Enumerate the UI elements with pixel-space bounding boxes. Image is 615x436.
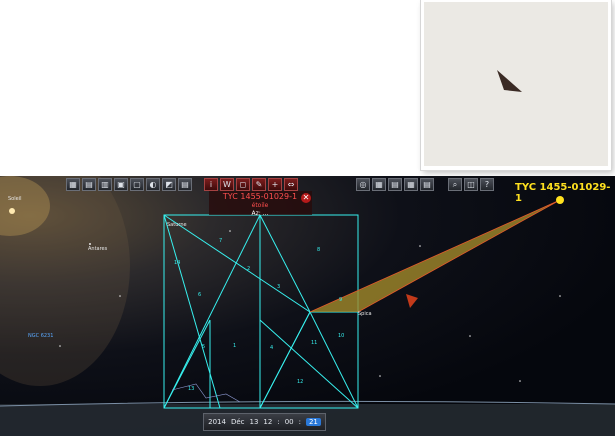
background-stars bbox=[59, 230, 561, 382]
direction-marker-icon bbox=[406, 294, 418, 308]
toolbar-right: ◎ ▦ ▤ ▦ ▤ ⌕ ◫ ? bbox=[356, 176, 494, 192]
zone-5: 5 bbox=[202, 344, 206, 350]
tool-btn-6[interactable]: ◐ bbox=[146, 177, 160, 191]
info-subtitle: étoile bbox=[251, 202, 269, 209]
lock-icon[interactable]: ▤ bbox=[178, 177, 192, 191]
tool-btn-r2[interactable]: ▦ bbox=[372, 177, 386, 191]
canvas-thumbnail bbox=[421, 0, 611, 170]
toolbar-middle: i W ◻ ✎ + ⇔ bbox=[204, 176, 298, 192]
time-second[interactable]: 21 bbox=[305, 418, 321, 426]
zone-2: 2 bbox=[247, 266, 251, 272]
label-ngc: NGC 6231 bbox=[28, 333, 54, 339]
tool-btn-1[interactable]: ▦ bbox=[66, 177, 80, 191]
selected-object-name: TYC 1455-01029-1 bbox=[515, 182, 611, 204]
triangle-shape-icon bbox=[497, 70, 522, 92]
zone-1: 1 bbox=[233, 343, 237, 349]
info-title: TYC 1455-01029-1 bbox=[222, 192, 298, 201]
tool-btn-3[interactable]: ▥ bbox=[98, 177, 112, 191]
frame-button[interactable]: ◻ bbox=[236, 177, 250, 191]
tool-btn-4[interactable]: ▣ bbox=[114, 177, 128, 191]
canvas-surface bbox=[424, 2, 608, 166]
pen-button[interactable]: ✎ bbox=[252, 177, 266, 191]
time-control[interactable]: 2014 Déc 13 12 : 00 : 21 bbox=[203, 413, 326, 431]
zone-4: 4 bbox=[270, 345, 274, 351]
info-button[interactable]: i bbox=[204, 177, 218, 191]
label-spica: Spica bbox=[358, 311, 372, 317]
time-sep-2: : bbox=[298, 418, 301, 426]
link-button[interactable]: ⇔ bbox=[284, 177, 298, 191]
center-button[interactable]: + bbox=[268, 177, 282, 191]
zone-8: 8 bbox=[317, 247, 321, 253]
zone-13: 13 bbox=[188, 386, 195, 392]
zone-6: 6 bbox=[198, 292, 202, 298]
help-icon[interactable]: ? bbox=[480, 177, 494, 191]
zone-11: 11 bbox=[311, 340, 318, 346]
tool-btn-r4[interactable]: ▦ bbox=[404, 177, 418, 191]
window-icon[interactable]: ◫ bbox=[464, 177, 478, 191]
time-day[interactable]: 13 bbox=[249, 418, 258, 426]
info-line: Az: ... bbox=[251, 210, 269, 217]
label-soleil: Soleil bbox=[8, 196, 22, 202]
label-saturne: Saturne bbox=[167, 222, 187, 228]
tool-btn-r3[interactable]: ▤ bbox=[388, 177, 402, 191]
tool-btn-5[interactable]: ▢ bbox=[130, 177, 144, 191]
sun-icon[interactable] bbox=[9, 208, 15, 214]
constellation-lines bbox=[171, 383, 241, 403]
tool-btn-r1[interactable]: ◎ bbox=[356, 177, 370, 191]
search-icon[interactable]: ⌕ bbox=[448, 177, 462, 191]
tool-btn-2[interactable]: ▤ bbox=[82, 177, 96, 191]
wiki-button[interactable]: W bbox=[220, 177, 234, 191]
time-hour[interactable]: 12 bbox=[263, 418, 272, 426]
zone-3: 3 bbox=[277, 284, 281, 290]
close-button[interactable]: ✕ bbox=[301, 193, 311, 203]
time-sep: : bbox=[277, 418, 280, 426]
zone-12: 12 bbox=[297, 379, 304, 385]
zone-10: 10 bbox=[338, 333, 345, 339]
time-year[interactable]: 2014 bbox=[208, 418, 226, 426]
tool-btn-7[interactable]: ◩ bbox=[162, 177, 176, 191]
zone-14: 14 bbox=[174, 260, 181, 266]
label-antares: Antares bbox=[88, 246, 108, 252]
zone-9: 9 bbox=[339, 297, 343, 303]
time-month[interactable]: Déc bbox=[231, 418, 245, 426]
tool-btn-r5[interactable]: ▤ bbox=[420, 177, 434, 191]
time-minute[interactable]: 00 bbox=[285, 418, 294, 426]
toolbar-left: ▦ ▤ ▥ ▣ ▢ ◐ ◩ ▤ bbox=[66, 176, 192, 192]
zone-7: 7 bbox=[219, 238, 223, 244]
